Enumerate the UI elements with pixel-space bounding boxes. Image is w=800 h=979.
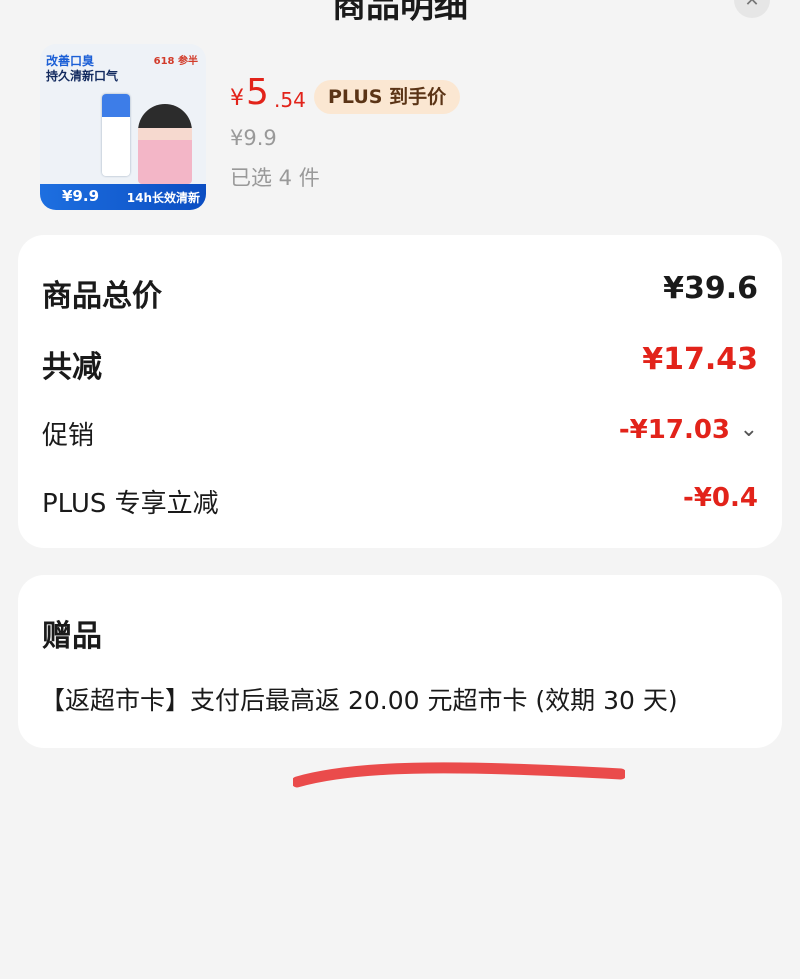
page-title: 商品明细	[332, 0, 468, 26]
thumbnail-slogan: 14h长效清新	[126, 191, 200, 205]
total-price-label: 商品总价	[42, 279, 162, 314]
thumbnail-headline-2: 持久清新口气	[46, 69, 119, 83]
chevron-down-icon[interactable]: ⌄	[740, 417, 758, 442]
plus-discount-label: PLUS 专享立减	[42, 489, 219, 519]
thumbnail-banner: ¥9.9 14h长效清新	[40, 184, 206, 210]
total-discount-row: 共减 ¥17.43	[42, 342, 758, 385]
header: 商品明细 ✕	[0, 0, 800, 26]
total-price-row: 商品总价 ¥39.6	[42, 271, 758, 314]
plus-discount-value: -¥0.4	[683, 483, 758, 513]
product-thumbnail[interactable]: 改善口臭 持久清新口气 618 参半 ¥9.9 14h长效清新	[40, 44, 206, 210]
original-price: ¥9.9	[230, 126, 277, 150]
promotion-row[interactable]: 促销 -¥17.03 ⌄	[42, 415, 758, 455]
price-summary-card: 商品总价 ¥39.6 共减 ¥17.43 促销 -¥17.03 ⌄ PLUS 专…	[18, 235, 782, 548]
thumbnail-badge-price: ¥9.9	[62, 187, 100, 205]
red-annotation-stroke	[293, 762, 625, 788]
promotion-label: 促销	[42, 421, 95, 451]
toothpaste-tube-image	[102, 94, 130, 176]
close-icon: ✕	[744, 0, 760, 11]
total-discount-value: ¥17.43	[642, 342, 758, 377]
model-person-image	[138, 104, 192, 184]
plus-discount-row: PLUS 专享立减 -¥0.4	[42, 483, 758, 523]
total-price-value: ¥39.6	[663, 271, 758, 306]
gift-card: 赠品 【返超市卡】支付后最高返 20.00 元超市卡 (效期 30 天)	[18, 575, 782, 748]
thumbnail-brand-logo: 618 参半	[153, 56, 198, 67]
gift-title: 赠品	[42, 619, 102, 654]
plus-price-badge: PLUS 到手价	[314, 80, 461, 114]
promotion-value: -¥17.03	[618, 415, 730, 445]
selected-count: 已选 4 件	[230, 166, 320, 190]
price-currency: ¥	[230, 86, 244, 111]
price-decimal: .54	[274, 88, 306, 112]
gift-description: 【返超市卡】支付后最高返 20.00 元超市卡 (效期 30 天)	[40, 686, 678, 715]
price-integer: 5	[246, 72, 269, 113]
product-info: 改善口臭 持久清新口气 618 参半 ¥9.9 14h长效清新 ¥ 5 .54 …	[40, 44, 760, 214]
total-discount-label: 共减	[42, 350, 102, 385]
